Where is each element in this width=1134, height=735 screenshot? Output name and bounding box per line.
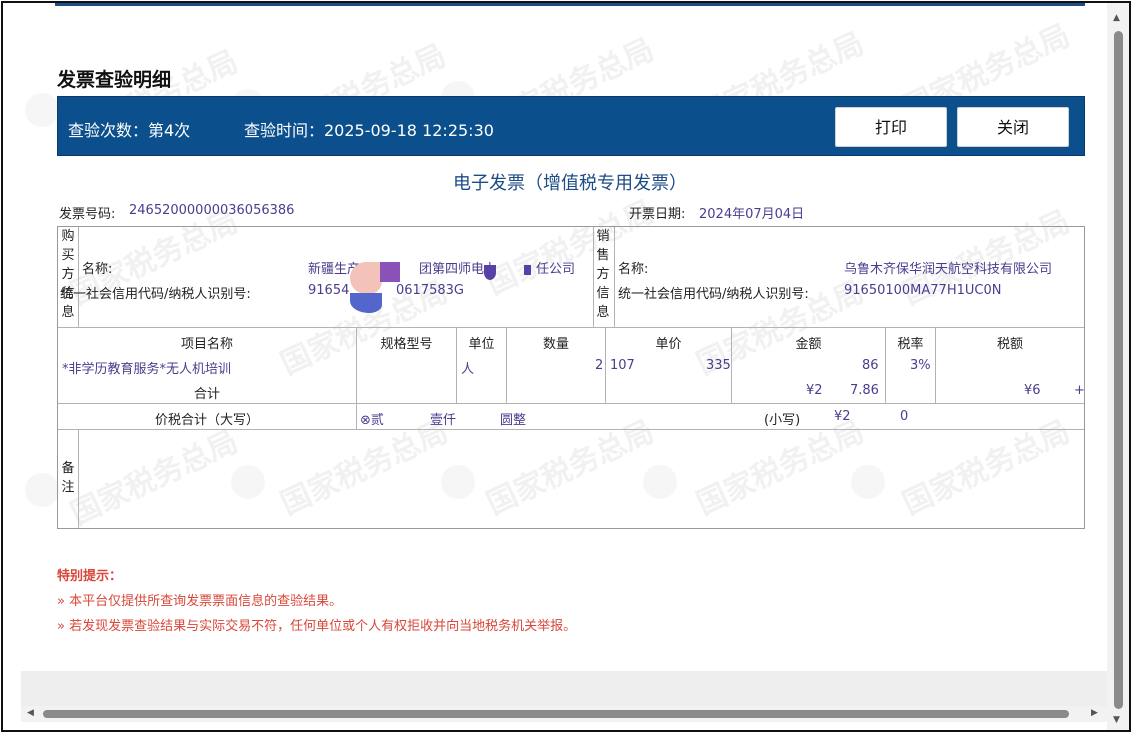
page-title: 发票查验明细 (57, 69, 172, 91)
check-info-bar: 查验次数：第4次 查验时间：2025-09-18 12:25:30 打印 关闭 (57, 96, 1085, 156)
dialog-footer (21, 671, 1107, 707)
seller-tax-id: 91650100MA77H1UC0N (844, 283, 1002, 298)
watermark-seal-icon (25, 473, 59, 507)
notice-item: » 本平台仅提供所查询发票票面信息的查验结果。 (57, 594, 343, 609)
seller-side-label: 销 售 方 信 息 (596, 229, 610, 320)
total-label: 价税合计（大写） (154, 413, 259, 428)
seller-name: 乌鲁木齐保华润天航空科技有限公司 (844, 262, 1053, 277)
invoice-number-label: 发票号码: (59, 207, 116, 222)
row-price-b: 335 (706, 358, 731, 373)
top-strip (55, 3, 1085, 6)
buyer-name-part3: 任公司 (536, 262, 576, 277)
scroll-up-icon[interactable]: ▲ (1113, 13, 1120, 23)
scroll-left-icon[interactable]: ◀ (27, 708, 34, 718)
subtotal-amount-a: ¥2 (806, 383, 823, 398)
row-unit: 人 (461, 362, 475, 377)
print-button[interactable]: 打印 (835, 107, 947, 147)
remark-label: 备 注 (61, 461, 75, 495)
dialog-window: 国家税务总局 国家税务总局 国家税务总局 国家税务总局 国家税务总局 国家税务总… (1, 1, 1131, 732)
total-upper-a: ⊗贰 (360, 413, 384, 428)
invoice-date: 2024年07月04日 (699, 207, 805, 222)
col-tax: 税额 (996, 337, 1023, 352)
buyer-tax-label: 统一社会信用代码/纳税人识别号: (60, 287, 251, 302)
vertical-scroll-thumb[interactable] (1114, 31, 1123, 709)
subtotal-label: 合计 (193, 387, 220, 402)
col-spec: 规格型号 (380, 337, 433, 352)
col-qty: 数量 (542, 337, 569, 352)
horizontal-scrollbar[interactable]: ◀ ▶ (21, 706, 1107, 722)
redaction-mark (380, 262, 400, 282)
redaction-mark (524, 265, 531, 275)
invoice-type-title: 电子发票（增值税专用发票） (453, 173, 687, 194)
watermark-seal-icon (25, 93, 59, 127)
subtotal-tax-a: ¥6 (1024, 383, 1041, 398)
total-lower-label: (小写) (764, 413, 801, 428)
scroll-right-icon[interactable]: ▶ (1091, 708, 1098, 718)
subtotal-tax-b: + (1074, 383, 1085, 398)
col-price: 单价 (655, 337, 682, 352)
buyer-tax-part1: 91654 (308, 283, 350, 298)
col-item: 项目名称 (180, 337, 233, 352)
invoice-number: 24652000000036056386 (129, 203, 295, 218)
col-unit: 单位 (468, 337, 495, 352)
notice-title: 特别提示： (57, 569, 123, 584)
buyer-name-label: 名称: (82, 262, 113, 277)
horizontal-scroll-thumb[interactable] (43, 710, 1069, 718)
total-upper-b: 壹仟 (430, 413, 457, 428)
vertical-scrollbar[interactable]: ▲ ▼ (1107, 3, 1129, 730)
invoice-table: 购 买 方 信 息 名称: 新疆生产 团第四师电力 任公司 统一社会信用代码/纳… (57, 226, 1085, 529)
total-lower-a: ¥2 (834, 409, 851, 424)
row-price-a: 107 (610, 358, 635, 373)
redaction-mark (350, 293, 382, 313)
buyer-tax-part2: 0617583G (396, 283, 464, 298)
total-upper-c: 圆整 (500, 413, 527, 428)
check-count: 查验次数：第4次 (68, 121, 191, 140)
notice-item: » 若发现发票查验结果与实际交易不符，任何单位或个人有权拒收并向当地税务机关举报… (57, 619, 577, 634)
check-time: 查验时间：2025-09-18 12:25:30 (244, 121, 494, 140)
col-amount: 金额 (795, 337, 822, 352)
row-rate: 3% (910, 358, 931, 373)
row-qty: 2 (595, 358, 604, 373)
close-button[interactable]: 关闭 (957, 107, 1069, 147)
scroll-down-icon[interactable]: ▼ (1113, 715, 1120, 725)
seller-name-label: 名称: (618, 262, 649, 277)
invoice-date-label: 开票日期: (629, 207, 686, 222)
row-item: *非学历教育服务*无人机培训 (62, 362, 232, 377)
redaction-mark (350, 262, 382, 294)
seller-tax-label: 统一社会信用代码/纳税人识别号: (618, 287, 809, 302)
col-rate: 税率 (897, 337, 924, 352)
row-amount: 86 (862, 358, 879, 373)
buyer-side-label: 购 买 方 信 息 (61, 229, 75, 320)
total-lower-b: 0 (900, 409, 909, 424)
subtotal-amount-b: 7.86 (850, 383, 879, 398)
redaction-mark (484, 265, 496, 280)
